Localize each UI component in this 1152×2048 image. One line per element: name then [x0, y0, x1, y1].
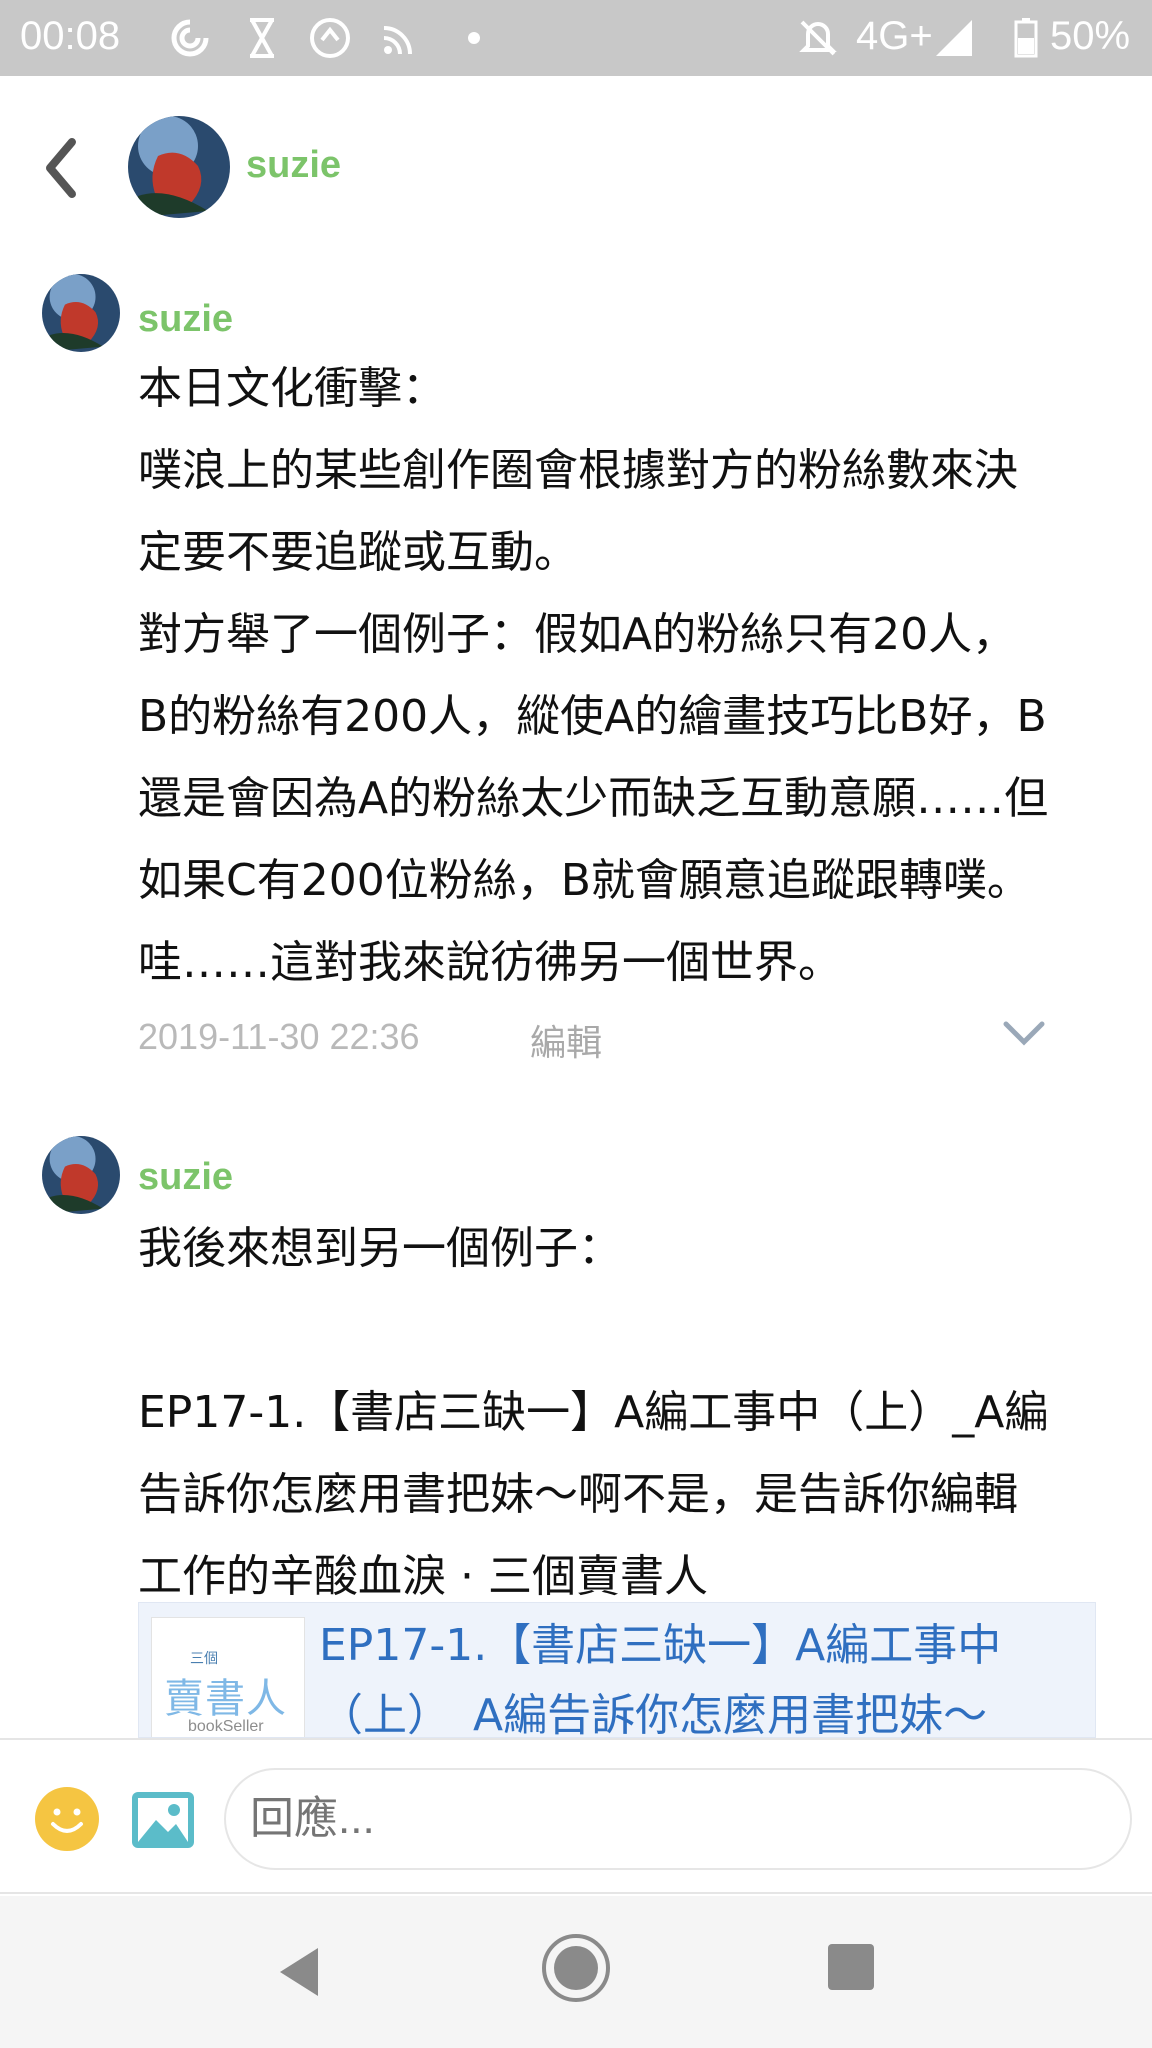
avatar[interactable] — [128, 116, 230, 218]
post-line: 對方舉了一個例子：假如A的粉絲只有20人， — [138, 609, 1017, 660]
avatar[interactable] — [42, 274, 120, 352]
post-body: 本日文化衝擊： 噗浪上的某些創作圈會根據對方的粉絲數來決 定要不要追蹤或互動。 … — [138, 348, 1118, 1004]
battery-percent: 50% — [1050, 14, 1131, 58]
thumbnail-small-text: 三個 — [190, 1651, 218, 1667]
post-line: 定要不要追蹤或互動。 — [138, 527, 578, 578]
app-icon — [310, 18, 350, 58]
image-button[interactable] — [130, 1790, 196, 1850]
thumbnail-subtitle: bookSeller — [188, 1718, 264, 1735]
avatar-image — [42, 1136, 120, 1214]
post-line: 還是會因為A的粉絲太少而缺乏互動意願……但 — [138, 773, 1049, 824]
chat-header: suzie — [0, 76, 1152, 266]
post-timestamp: 2019-11-30 22:36 — [138, 1016, 420, 1057]
header-username[interactable]: suzie — [246, 144, 341, 187]
post-body: 我後來想到另一個例子： EP17-1.【書店三缺一】A編工事中（上）_A編 告訴… — [138, 1208, 1118, 1618]
post-line: B的粉絲有200人，縱使A的繪畫技巧比B好，B — [138, 691, 1047, 742]
link-title-line: EP17-1.【書店三缺一】A編工事中 — [319, 1620, 1002, 1671]
post-line: 我後來想到另一個例子： — [138, 1223, 622, 1274]
edit-button[interactable]: 編輯 — [530, 1014, 602, 1066]
alarm-off-icon — [799, 20, 837, 56]
navigation-bar — [0, 1896, 1152, 2048]
post-line: 本日文化衝擊： — [138, 363, 446, 414]
emoji-button[interactable] — [34, 1786, 100, 1852]
link-title[interactable]: EP17-1.【書店三缺一】A編工事中 （上）_A編告訴你怎麼用書把妹～ — [319, 1611, 1079, 1738]
post-author[interactable]: suzie — [138, 298, 233, 341]
post-line: 哇……這對我來說彷彿另一個世界。 — [138, 937, 842, 988]
post-line — [138, 1290, 1118, 1372]
status-time: 00:08 — [20, 14, 121, 58]
battery-icon — [1014, 18, 1038, 58]
nav-back-icon[interactable] — [270, 1942, 330, 2002]
reply-bar — [0, 1738, 1152, 1894]
post-line: 噗浪上的某些創作圈會根據對方的粉絲數來決 — [138, 445, 1018, 496]
hourglass-icon — [250, 18, 274, 58]
thumbnail-logo-text: 賣書人 — [164, 1676, 287, 1722]
cast-icon — [383, 26, 412, 55]
post-line: 如果C有200位粉絲，B就會願意追蹤跟轉噗。 — [138, 855, 1031, 906]
status-bar: 00:08 4G+ 50% — [0, 0, 1152, 76]
link-thumbnail: 三個 賣書人 bookSeller — [151, 1617, 305, 1737]
avatar-image — [42, 274, 120, 352]
dot-icon — [468, 32, 480, 44]
nav-recent-apps-icon[interactable] — [826, 1942, 876, 1992]
back-button[interactable] — [34, 128, 94, 208]
link-title-line: （上）_A編告訴你怎麼用書把妹～ — [319, 1690, 988, 1738]
sync-icon — [171, 19, 209, 57]
nav-home-icon[interactable] — [540, 1932, 612, 2004]
link-preview-card[interactable]: 三個 賣書人 bookSeller EP17-1.【書店三缺一】A編工事中 （上… — [138, 1602, 1096, 1738]
post-line: 告訴你怎麼用書把妹～啊不是，是告訴你編輯 — [138, 1469, 1018, 1520]
network-type: 4G+ — [856, 14, 933, 58]
chevron-down-icon[interactable] — [1000, 1014, 1048, 1054]
avatar[interactable] — [42, 1136, 120, 1214]
avatar-image — [128, 116, 230, 218]
reply-input[interactable] — [224, 1768, 1132, 1870]
post-author[interactable]: suzie — [138, 1156, 233, 1199]
signal-icon — [936, 20, 972, 56]
post-line: EP17-1.【書店三缺一】A編工事中（上）_A編 — [138, 1387, 1049, 1438]
